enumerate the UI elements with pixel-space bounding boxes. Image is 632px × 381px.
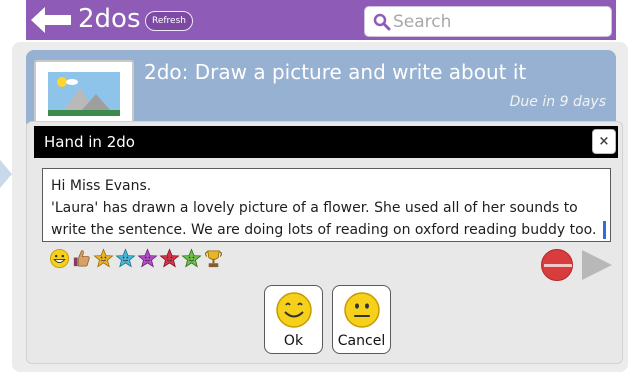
sticker-toolbar (49, 248, 224, 270)
task-due-date: Due in 9 days (509, 94, 606, 110)
app-title: 2dos (78, 4, 141, 34)
record-button[interactable] (541, 249, 573, 281)
cancel-label: Cancel (337, 333, 386, 349)
back-arrow-icon[interactable] (29, 5, 73, 35)
text-caret (603, 221, 606, 239)
refresh-button[interactable]: Refresh (145, 11, 193, 31)
message-line: 'Laura' has drawn a lovely picture of a … (51, 200, 578, 216)
ok-label: Ok (283, 333, 304, 349)
grin-emoji-icon[interactable] (49, 248, 70, 269)
left-edge-indicator (0, 160, 12, 188)
task-thumbnail[interactable] (34, 60, 134, 124)
image-placeholder-icon (48, 72, 120, 116)
ok-button[interactable]: Ok (264, 285, 323, 354)
message-textarea[interactable]: Hi Miss Evans. 'Laura' has drawn a lovel… (42, 168, 611, 242)
cancel-button[interactable]: Cancel (332, 285, 391, 354)
star-red-icon[interactable] (159, 248, 180, 269)
star-purple-icon[interactable] (137, 248, 158, 269)
smiley-face-icon (276, 292, 312, 328)
message-line: Hi Miss Evans. (51, 178, 152, 194)
app-screen: 2dos Refresh 2do: Draw a picture and wri… (0, 0, 632, 381)
header-bar: 2dos Refresh (26, 0, 616, 40)
search-icon (373, 13, 391, 31)
search-box[interactable] (364, 6, 612, 37)
star-gold-icon[interactable] (93, 248, 114, 269)
star-green-icon[interactable] (181, 248, 202, 269)
play-button[interactable] (582, 250, 612, 280)
neutral-face-icon (344, 292, 380, 328)
task-title: 2do: Draw a picture and write about it (144, 60, 527, 84)
close-button[interactable]: × (592, 129, 616, 154)
star-teal-icon[interactable] (115, 248, 136, 269)
search-input[interactable] (393, 10, 603, 34)
trophy-icon[interactable] (203, 248, 224, 269)
thumbs-up-icon[interactable] (71, 248, 92, 269)
dialog-title: Hand in 2do (44, 133, 135, 151)
message-line: write the sentence. We are doing lots of… (51, 222, 597, 238)
